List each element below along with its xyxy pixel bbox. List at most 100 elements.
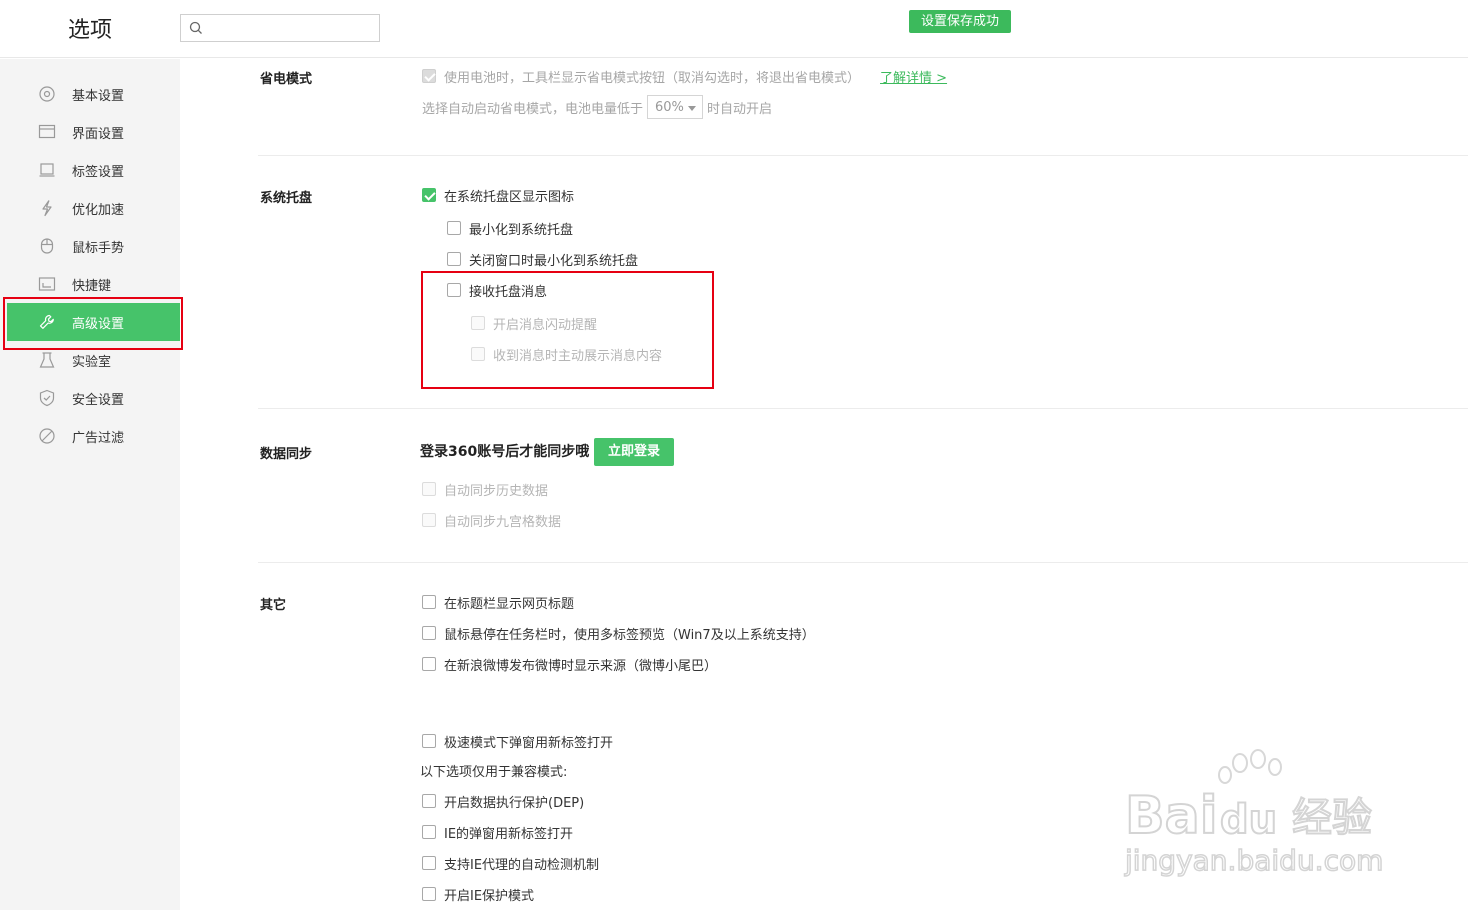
ie-popup-option[interactable]: IE的弹窗用新标签打开 bbox=[422, 822, 573, 842]
sync-history-checkbox[interactable] bbox=[422, 482, 436, 496]
section-title-sync: 数据同步 bbox=[260, 447, 313, 462]
ie-protect-checkbox[interactable] bbox=[422, 887, 436, 901]
taskbar-preview-option[interactable]: 鼠标悬停在任务栏时，使用多标签预览（Win7及以上系统支持） bbox=[422, 623, 815, 643]
battery-toolbar-option[interactable]: 使用电池时，工具栏显示省电模式按钮（取消勾选时，将退出省电模式） 了解详情 > bbox=[422, 66, 947, 86]
sidebar-item-interface[interactable]: 界面设置 bbox=[0, 113, 180, 151]
battery-toolbar-label: 使用电池时，工具栏显示省电模式按钮（取消勾选时，将退出省电模式） bbox=[444, 70, 861, 86]
settings-icon bbox=[39, 86, 55, 102]
sidebar-item-label: 基本设置 bbox=[72, 89, 125, 104]
show-page-title-label: 在标题栏显示网页标题 bbox=[444, 596, 575, 612]
watermark-cn: 经验 bbox=[1292, 795, 1372, 841]
search-box[interactable] bbox=[180, 14, 380, 42]
section-title-tray: 系统托盘 bbox=[260, 191, 313, 206]
keyboard-icon bbox=[38, 277, 56, 291]
login-button[interactable]: 立即登录 bbox=[594, 438, 674, 466]
dep-option[interactable]: 开启数据执行保护(DEP) bbox=[422, 791, 584, 811]
tray-show-content-label: 收到消息时主动展示消息内容 bbox=[493, 348, 663, 364]
sidebar-item-advanced[interactable]: 高级设置 bbox=[7, 303, 180, 341]
weibo-source-label: 在新浪微博发布微博时显示来源（微博小尾巴） bbox=[444, 658, 718, 674]
sync-history-option[interactable]: 自动同步历史数据 bbox=[422, 479, 548, 499]
ie-popup-label: IE的弹窗用新标签打开 bbox=[444, 826, 574, 842]
compat-note: 以下选项仅用于兼容模式: bbox=[420, 764, 568, 780]
show-page-title-checkbox[interactable] bbox=[422, 595, 436, 609]
tray-receive-msg-label: 接收托盘消息 bbox=[469, 284, 548, 300]
section-divider bbox=[258, 155, 1468, 156]
sidebar-item-tabs[interactable]: 标签设置 bbox=[0, 151, 180, 189]
tray-flash-alert-option[interactable]: 开启消息闪动提醒 bbox=[471, 313, 597, 333]
watermark-brand: Bai bbox=[1125, 786, 1218, 846]
dep-checkbox[interactable] bbox=[422, 794, 436, 808]
show-page-title-option[interactable]: 在标题栏显示网页标题 bbox=[422, 592, 574, 612]
sync-history-label: 自动同步历史数据 bbox=[444, 483, 549, 499]
sidebar-item-ad-filter[interactable]: 广告过滤 bbox=[0, 417, 180, 455]
sync-grid-checkbox[interactable] bbox=[422, 513, 436, 527]
sidebar-item-label: 标签设置 bbox=[72, 165, 125, 180]
tray-close-minimize-label: 关闭窗口时最小化到系统托盘 bbox=[469, 253, 639, 269]
popup-new-tab-option[interactable]: 极速模式下弹窗用新标签打开 bbox=[422, 731, 613, 751]
lightning-icon bbox=[42, 200, 52, 217]
tray-minimize-option[interactable]: 最小化到系统托盘 bbox=[447, 218, 573, 238]
tray-show-icon-option[interactable]: 在系统托盘区显示图标 bbox=[422, 185, 574, 205]
tray-flash-alert-label: 开启消息闪动提醒 bbox=[493, 317, 598, 333]
sidebar-item-basic[interactable]: 基本设置 bbox=[0, 75, 180, 113]
header: 选项 设置保存成功 bbox=[0, 0, 1468, 58]
tray-close-minimize-option[interactable]: 关闭窗口时最小化到系统托盘 bbox=[447, 249, 638, 269]
sidebar-item-label: 鼠标手势 bbox=[72, 241, 125, 256]
tray-flash-alert-checkbox[interactable] bbox=[471, 316, 485, 330]
ie-proxy-option[interactable]: 支持IE代理的自动检测机制 bbox=[422, 853, 599, 873]
popup-new-tab-checkbox[interactable] bbox=[422, 734, 436, 748]
tray-receive-msg-checkbox[interactable] bbox=[447, 283, 461, 297]
sidebar-item-optimize[interactable]: 优化加速 bbox=[0, 189, 180, 227]
ie-proxy-label: 支持IE代理的自动检测机制 bbox=[444, 857, 600, 873]
section-divider bbox=[258, 408, 1468, 409]
sync-grid-option[interactable]: 自动同步九宫格数据 bbox=[422, 510, 561, 530]
sidebar-item-label: 安全设置 bbox=[72, 393, 125, 408]
sync-grid-label: 自动同步九宫格数据 bbox=[444, 514, 562, 530]
dep-label: 开启数据执行保护(DEP) bbox=[444, 795, 585, 811]
sidebar-item-lab[interactable]: 实验室 bbox=[0, 341, 180, 379]
section-title-power-saving: 省电模式 bbox=[260, 72, 313, 87]
compat-note-row: 以下选项仅用于兼容模式: bbox=[420, 760, 567, 780]
tray-receive-msg-option[interactable]: 接收托盘消息 bbox=[447, 280, 547, 300]
tray-show-content-option[interactable]: 收到消息时主动展示消息内容 bbox=[471, 344, 662, 364]
sync-login-note: 登录360账号后才能同步哦 bbox=[420, 444, 590, 460]
sidebar-item-label: 快捷键 bbox=[72, 279, 112, 294]
watermark-brand-2: du bbox=[1220, 797, 1277, 843]
auto-power-suffix: 时自动开启 bbox=[707, 101, 773, 117]
wrench-icon bbox=[39, 314, 54, 329]
battery-level-select[interactable]: 60% bbox=[647, 95, 704, 119]
popup-new-tab-label: 极速模式下弹窗用新标签打开 bbox=[444, 735, 614, 751]
tray-close-minimize-checkbox[interactable] bbox=[447, 252, 461, 266]
sync-note-row: 登录360账号后才能同步哦 bbox=[420, 441, 589, 461]
sidebar-item-shortcuts[interactable]: 快捷键 bbox=[0, 265, 180, 303]
ie-popup-checkbox[interactable] bbox=[422, 825, 436, 839]
search-input[interactable] bbox=[209, 18, 374, 38]
taskbar-preview-label: 鼠标悬停在任务栏时，使用多标签预览（Win7及以上系统支持） bbox=[444, 627, 815, 643]
weibo-source-option[interactable]: 在新浪微博发布微博时显示来源（微博小尾巴） bbox=[422, 654, 717, 674]
tray-show-content-checkbox[interactable] bbox=[471, 347, 485, 361]
block-icon bbox=[39, 428, 55, 444]
chevron-down-icon bbox=[688, 106, 697, 111]
shield-icon bbox=[39, 389, 55, 407]
mouse-icon bbox=[40, 238, 54, 254]
section-title-other: 其它 bbox=[260, 598, 287, 613]
tray-minimize-checkbox[interactable] bbox=[447, 221, 461, 235]
taskbar-preview-checkbox[interactable] bbox=[422, 626, 436, 640]
sidebar-item-security[interactable]: 安全设置 bbox=[0, 379, 180, 417]
tray-show-icon-checkbox[interactable] bbox=[422, 188, 436, 202]
tray-show-icon-label: 在系统托盘区显示图标 bbox=[444, 189, 575, 205]
auto-power-saving-row: 选择自动启动省电模式，电池电量低于 60% 时自动开启 bbox=[422, 95, 773, 119]
weibo-source-checkbox[interactable] bbox=[422, 657, 436, 671]
learn-more-link[interactable]: 了解详情 > bbox=[880, 67, 947, 86]
ie-proxy-checkbox[interactable] bbox=[422, 856, 436, 870]
search-icon bbox=[189, 21, 202, 34]
battery-toolbar-checkbox[interactable] bbox=[422, 69, 436, 83]
battery-level-value: 60% bbox=[655, 99, 684, 115]
ie-protect-option[interactable]: 开启IE保护模式 bbox=[422, 884, 534, 904]
page-title: 选项 bbox=[68, 18, 113, 43]
sidebar-item-mouse-gesture[interactable]: 鼠标手势 bbox=[0, 227, 180, 265]
sidebar: 基本设置 界面设置 标签设置 优化加速 鼠标手势 快捷键 高级设置 实验室 安全… bbox=[0, 59, 180, 910]
sidebar-item-label: 实验室 bbox=[72, 355, 112, 370]
sidebar-item-label: 广告过滤 bbox=[72, 431, 125, 446]
flask-icon bbox=[39, 352, 55, 368]
